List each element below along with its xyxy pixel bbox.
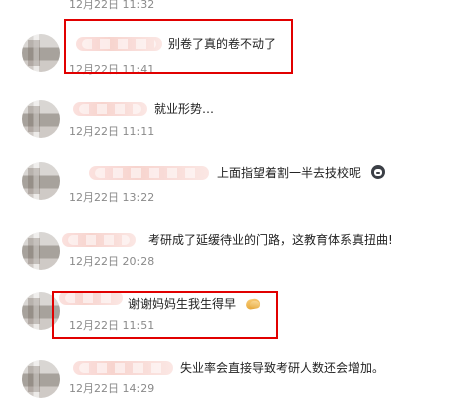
comment-time: 12月22日 20:28: [69, 255, 155, 268]
comment-text: 就业形势…: [154, 102, 215, 116]
comment-text: 上面指望着割一半去技校呢: [217, 165, 385, 181]
avatar[interactable]: [22, 360, 60, 398]
comment-text-content: 上面指望着割一半去技校呢: [217, 166, 362, 180]
comment-text: 失业率会直接导致考研人数还会增加。: [180, 361, 385, 375]
comment-time: 12月22日 13:22: [69, 191, 155, 204]
avatar[interactable]: [22, 162, 60, 200]
red-highlight-box: [64, 19, 293, 74]
avatar[interactable]: [22, 34, 60, 72]
comment-time: 12月22日 11:32: [69, 0, 155, 11]
comment-time: 12月22日 14:29: [69, 382, 155, 395]
username-masked: [73, 361, 173, 375]
avatar[interactable]: [22, 232, 60, 270]
avatar[interactable]: [22, 100, 60, 138]
username-masked: [89, 166, 209, 180]
face-icon: [370, 165, 385, 179]
username-masked: [62, 233, 136, 247]
comment-time: 12月22日 11:11: [69, 125, 155, 138]
comment-text: 考研成了延缓待业的门路，这教育体系真扭曲!: [148, 233, 393, 247]
red-highlight-box: [52, 291, 278, 339]
username-masked: [73, 102, 147, 116]
